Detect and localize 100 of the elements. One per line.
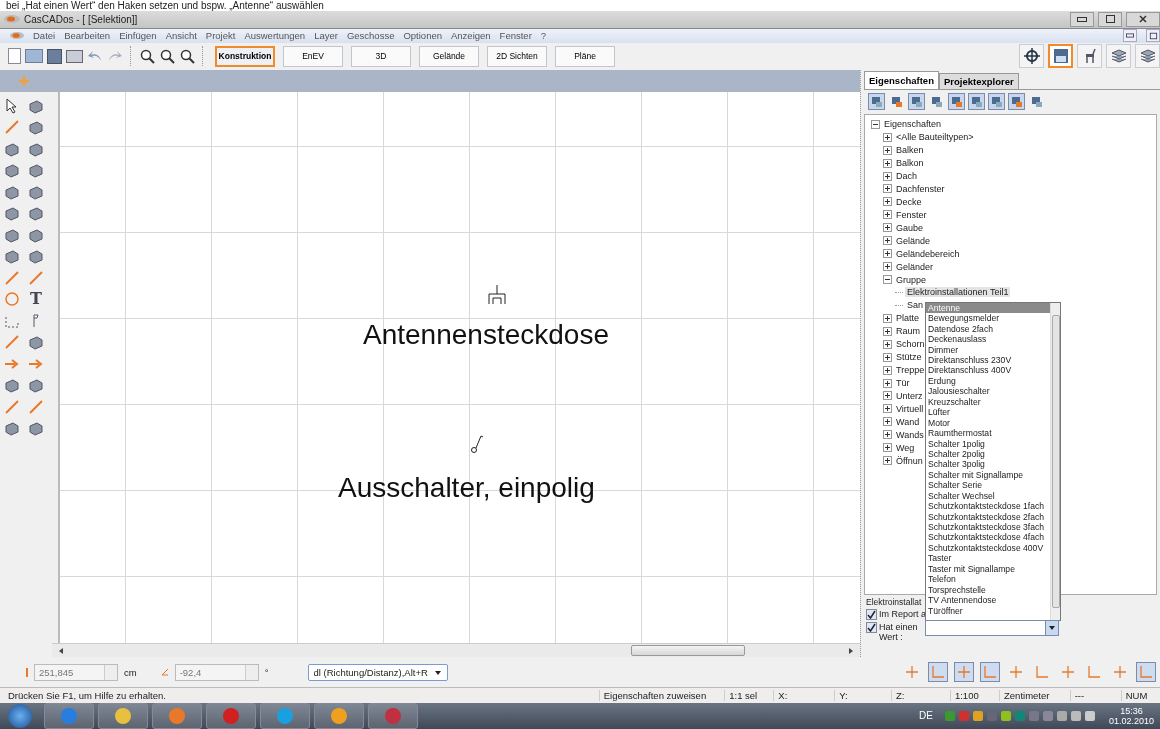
dropdown-option[interactable]: Jalousieschalter [926, 386, 1050, 397]
dropdown-option[interactable]: Schutzkontaktsteckdose 3fach [926, 522, 1050, 533]
line-tool-icon[interactable] [4, 269, 20, 286]
dropdown-option[interactable]: Erdung [926, 375, 1050, 387]
clock-time[interactable]: 15:36 [1120, 706, 1143, 716]
tree-item[interactable]: Decke [894, 196, 924, 207]
snap-button[interactable] [954, 662, 974, 683]
taskbar-app-button[interactable] [98, 703, 148, 729]
block-tool-icon[interactable] [4, 377, 20, 394]
tree-item[interactable]: Raum [894, 326, 922, 337]
collapse-icon[interactable] [883, 275, 892, 285]
mode-tab[interactable]: 2D Sichten [487, 45, 547, 67]
menu-item[interactable]: Layer [314, 30, 338, 42]
block-tool-icon[interactable] [28, 420, 44, 437]
drawing-canvas[interactable]: Antennensteckdose Ausschalter, einpolig [59, 91, 860, 644]
mode-dropdown[interactable]: dl (Richtung/Distanz),Alt+R [308, 663, 449, 681]
mode-tab[interactable]: Gelände [419, 45, 479, 67]
menu-item[interactable]: Ansicht [165, 30, 197, 42]
expand-icon[interactable] [883, 352, 892, 362]
block-tool-icon[interactable] [4, 420, 20, 437]
dropdown-option[interactable]: Schalter 2polig [926, 448, 1050, 460]
line-tool-icon[interactable] [4, 119, 20, 136]
scrollbar[interactable] [1050, 302, 1060, 620]
save-icon[interactable] [47, 48, 62, 64]
tray-icon[interactable] [1000, 711, 1011, 721]
crosshair-button[interactable] [1019, 44, 1044, 69]
dropdown-option[interactable]: Schutzkontaktsteckdose 2fach [926, 511, 1050, 522]
menu-item[interactable]: Datei [33, 30, 56, 42]
mode-tab[interactable]: Konstruktion [215, 45, 275, 67]
mode-tab[interactable]: EnEV [283, 45, 343, 67]
block-tool-icon[interactable] [28, 119, 44, 136]
clock-date[interactable]: 01.02.2010 [1108, 716, 1154, 726]
tree-item[interactable]: Wands [894, 429, 926, 440]
tree-item[interactable]: Öffnun [894, 455, 925, 466]
dropdown-option[interactable]: Datendose 2fach [926, 323, 1050, 335]
expand-icon[interactable] [883, 262, 892, 272]
tree-item[interactable]: Wand [894, 416, 922, 427]
tree-item[interactable]: <Alle Bauteiltypen> [894, 132, 976, 143]
expand-icon[interactable] [883, 404, 892, 414]
checkbox[interactable] [866, 609, 877, 621]
filter-button[interactable] [988, 93, 1005, 111]
menu-item[interactable]: Projekt [205, 30, 236, 42]
expand-icon[interactable] [883, 326, 892, 336]
close-button[interactable] [1126, 11, 1160, 27]
menu-item[interactable]: Einfügen [119, 30, 157, 42]
layers-button[interactable] [1135, 44, 1160, 69]
filter-button[interactable] [1008, 93, 1025, 111]
dropdown-option[interactable]: Schutzkontaktsteckdose 400V [926, 542, 1050, 554]
menu-item[interactable]: Geschosse [346, 30, 395, 42]
panel-tab[interactable]: Eigenschaften [864, 70, 939, 89]
dropdown-option[interactable]: Dimmer [926, 344, 1050, 355]
line-tool-icon[interactable] [28, 398, 44, 415]
scrollbar-thumb[interactable] [631, 645, 745, 657]
dropdown-option[interactable]: Torsprechstelle [926, 584, 1050, 596]
checkbox[interactable] [866, 622, 877, 634]
dropdown-option[interactable]: Schalter Wechsel [926, 490, 1050, 502]
expand-icon[interactable] [883, 430, 892, 440]
undo-icon[interactable] [87, 50, 103, 63]
tree-item[interactable]: Balkon [894, 158, 926, 169]
expand-icon[interactable] [883, 365, 892, 375]
expand-icon[interactable] [883, 197, 892, 207]
tree-item[interactable]: Gaube [894, 222, 926, 233]
zoom-icon[interactable] [159, 48, 175, 65]
tree-item[interactable]: San [905, 300, 925, 311]
tree-item[interactable]: Treppe [894, 365, 927, 376]
expand-icon[interactable] [883, 417, 892, 427]
furniture-button[interactable] [1077, 44, 1102, 69]
dropdown-option[interactable]: Bewegungsmelder [926, 313, 1050, 324]
tray-icon[interactable] [1084, 711, 1095, 721]
tree-item[interactable]: Weg [894, 442, 917, 453]
block-tool-icon[interactable] [28, 226, 44, 243]
dropdown-option[interactable]: Direktanschluss 230V [926, 355, 1050, 366]
minimize-button[interactable] [1123, 29, 1137, 43]
tree-item[interactable]: Geländer [894, 261, 936, 272]
properties-button[interactable] [1048, 44, 1073, 69]
start-button[interactable] [8, 704, 32, 728]
tree-item[interactable]: Virtuell [894, 403, 926, 414]
minimize-button[interactable] [1070, 11, 1094, 27]
block-tool-icon[interactable] [28, 377, 44, 394]
expand-icon[interactable] [883, 132, 892, 142]
mode-tab[interactable]: Pläne [555, 45, 615, 67]
new-document-icon[interactable] [8, 48, 21, 65]
menu-item[interactable]: ? [540, 30, 547, 42]
filter-button[interactable] [908, 93, 925, 111]
tree-item[interactable]: Platte [894, 313, 921, 324]
tree-item[interactable]: Schorn [894, 339, 927, 350]
filter-button[interactable] [948, 93, 965, 111]
tree-item[interactable]: Eigenschaften [882, 119, 944, 130]
expand-icon[interactable] [883, 249, 892, 259]
dropdown-option[interactable]: Schalter mit Signallampe [926, 469, 1050, 481]
dropdown-option[interactable]: Motor [926, 417, 1050, 429]
menu-item[interactable]: Fenster [499, 30, 532, 42]
dropdown-option[interactable]: Türöffner [926, 605, 1050, 616]
tree-item[interactable]: Stütze [894, 352, 924, 363]
expand-icon[interactable] [883, 223, 892, 233]
folder-icon[interactable] [25, 49, 43, 64]
tree-item[interactable]: Balken [894, 145, 926, 156]
tree-item[interactable]: Dach [894, 171, 919, 182]
block-tool-icon[interactable] [4, 140, 20, 157]
circle-tool-icon[interactable] [4, 291, 20, 308]
